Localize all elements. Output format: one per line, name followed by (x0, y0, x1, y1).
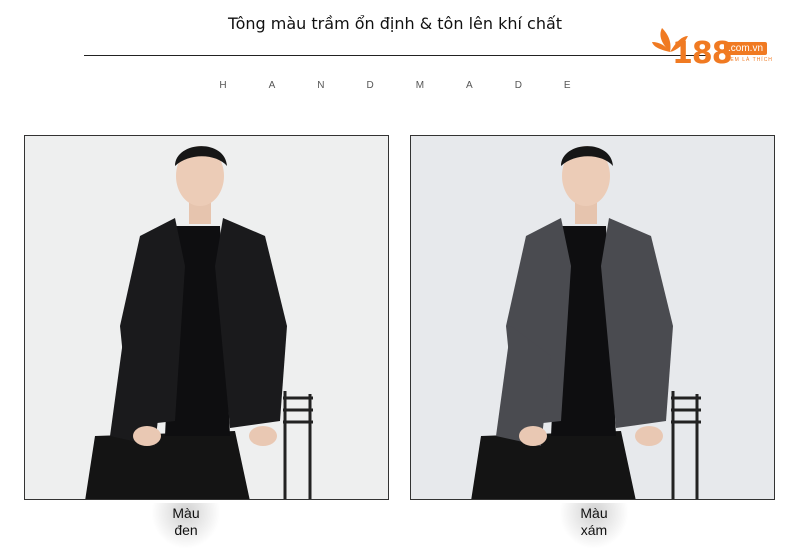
caption-black: Màu đen (143, 503, 229, 549)
logo-digits: 188 (672, 36, 733, 71)
caption-black-line1: Màu (172, 505, 200, 521)
caption-grey: Màu xám (551, 503, 637, 549)
caption-grey-line2: xám (580, 522, 608, 538)
caption-grey-line1: Màu (580, 505, 608, 521)
heading-divider (84, 55, 706, 56)
handmade-subtitle: HANDMADE (219, 80, 613, 91)
logo-tagline: XEM LÀ THÍCH (726, 57, 773, 63)
product-photo-grey (410, 135, 775, 500)
logo-domain: .com.vn (724, 42, 768, 55)
product-photo-black (24, 135, 389, 500)
caption-black-line2: đen (174, 522, 198, 538)
brand-logo[interactable]: 188 .com.vn XEM LÀ THÍCH (650, 22, 780, 72)
